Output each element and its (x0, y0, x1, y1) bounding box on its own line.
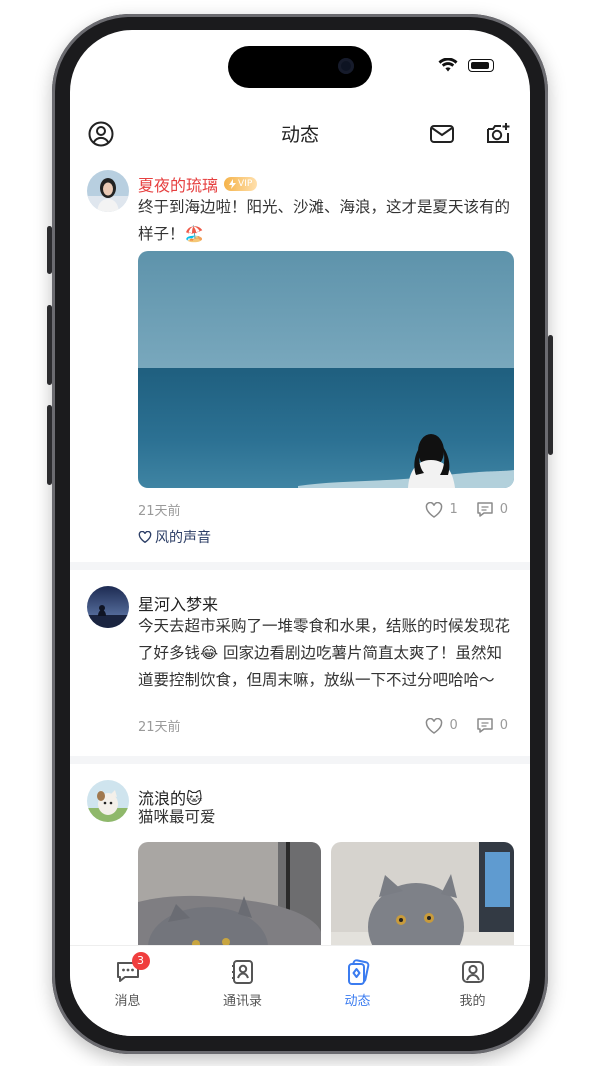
comment-icon (476, 718, 493, 733)
heart-icon (426, 501, 443, 518)
post-text: 今天去超市采购了一堆零食和水果，结账的时候发现花了好多钱😂 回家边看剧边吃薯片简… (138, 617, 511, 689)
poster-name[interactable]: 星河入梦来 (138, 591, 218, 615)
bottom-tab-bar: 3 消息 通讯录 动态 我的 (70, 945, 530, 1036)
like-button[interactable]: 0 (425, 717, 458, 734)
liker-name[interactable]: 风的声音 (155, 527, 211, 547)
poster-name-text: 夏夜的琉璃 (138, 176, 219, 195)
user-profile-icon (461, 961, 484, 983)
like-count: 0 (449, 718, 458, 733)
heart-icon (426, 717, 443, 734)
post-card: 流浪的🐱 猫咪最可爱 (70, 764, 530, 946)
post-card: 夏夜的琉璃 VIP 终于到海边啦！阳光、沙滩、海浪，这才是夏天该有的样子！🏖️ (70, 164, 530, 562)
front-camera (338, 58, 354, 74)
vip-badge: VIP (224, 177, 258, 191)
mute-switch (47, 226, 52, 274)
post-time: 21天前 (138, 720, 181, 735)
tab-label: 消息 (114, 994, 141, 1009)
page-title: 动态 (280, 124, 319, 146)
tab-contacts[interactable]: 通讯录 (185, 946, 300, 1036)
avatar[interactable] (87, 170, 129, 212)
moments-cards-icon (347, 959, 369, 985)
heart-outline-icon (138, 531, 152, 543)
volume-down-button (47, 405, 52, 485)
like-button[interactable]: 1 (425, 501, 458, 518)
post-card: 星河入梦来 今天去超市采购了一堆零食和水果，结账的时候发现花了好多钱😂 回家边看… (70, 570, 530, 756)
vip-label: VIP (238, 179, 253, 189)
post-separator (70, 756, 530, 764)
dynamic-island (228, 46, 372, 88)
app-screen: 动态 夏夜的琉璃 VIP 终于到海边啦！阳光、沙滩、海浪，这才是夏天该有的样子！… (70, 30, 530, 1036)
avatar[interactable] (87, 780, 129, 822)
post-text: 终于到海边啦！阳光、沙滩、海浪，这才是夏天该有的样子！🏖️ (138, 198, 511, 243)
post-text: 猫咪最可爱 (138, 808, 216, 826)
avatar[interactable] (87, 586, 129, 628)
comment-button[interactable]: 0 (476, 717, 508, 734)
contacts-book-icon (231, 960, 253, 984)
post-photo-beach[interactable] (138, 251, 514, 488)
comment-icon (476, 502, 493, 517)
tab-label: 动态 (344, 994, 371, 1009)
battery-icon (468, 58, 494, 72)
comment-count: 0 (499, 502, 508, 517)
like-count: 1 (449, 502, 458, 517)
wifi-icon (438, 58, 458, 72)
top-nav: 动态 (70, 114, 530, 154)
post-time: 21天前 (138, 504, 181, 519)
tab-label: 通讯录 (222, 994, 262, 1009)
volume-up-button (47, 305, 52, 385)
lightning-icon (229, 179, 237, 189)
liked-by-list: 风的声音 (138, 527, 211, 547)
tab-moments[interactable]: 动态 (300, 946, 415, 1036)
post-meta: 21天前 0 0 (138, 716, 508, 735)
status-bar (438, 58, 494, 72)
tab-label: 我的 (459, 994, 486, 1009)
post-photo-cat-1[interactable] (138, 842, 321, 946)
tab-me[interactable]: 我的 (415, 946, 530, 1036)
poster-name[interactable]: 夏夜的琉璃 VIP (138, 172, 258, 196)
comment-count: 0 (499, 718, 508, 733)
post-photo-cat-2[interactable] (331, 842, 514, 946)
camera-post-icon[interactable] (484, 120, 512, 148)
moments-feed[interactable]: 夏夜的琉璃 VIP 终于到海边啦！阳光、沙滩、海浪，这才是夏天该有的样子！🏖️ (70, 164, 530, 946)
mail-icon[interactable] (428, 120, 456, 148)
post-separator (70, 562, 530, 570)
post-meta: 21天前 1 0 (138, 500, 508, 519)
power-button (548, 335, 553, 455)
tab-messages[interactable]: 3 消息 (70, 946, 185, 1036)
unread-badge: 3 (131, 952, 150, 970)
comment-button[interactable]: 0 (476, 501, 508, 518)
